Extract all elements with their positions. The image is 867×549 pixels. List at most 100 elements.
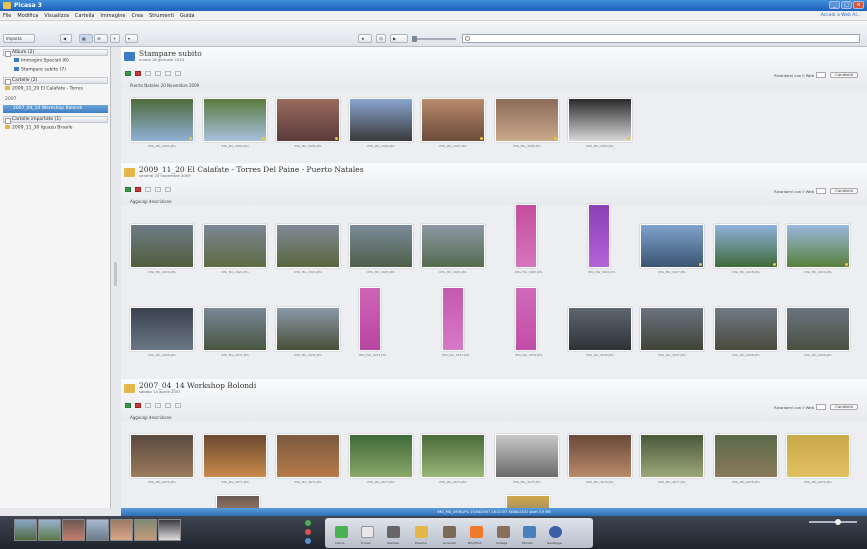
minimize-button[interactable]: _	[829, 1, 840, 9]
photo-thumbnail[interactable]	[640, 307, 704, 351]
movie-icon[interactable]	[523, 526, 536, 538]
sync-toggle[interactable]	[816, 72, 826, 78]
close-button[interactable]: ×	[853, 1, 864, 9]
print-icon[interactable]	[135, 187, 141, 192]
upload-icon[interactable]	[165, 403, 171, 408]
photo-thumbnail[interactable]	[203, 224, 267, 268]
section-caption[interactable]: Aggiungi descrizione	[130, 199, 172, 204]
geotag-icon[interactable]	[549, 526, 562, 538]
email-icon[interactable]	[145, 187, 151, 192]
import-button[interactable]: Importa	[3, 34, 35, 43]
sidebar-item-selected-folder[interactable]: 2007_04_14 Workshop Bolondi	[3, 105, 108, 113]
photo-thumbnail[interactable]	[786, 307, 850, 351]
photo-thumbnail[interactable]	[216, 495, 260, 508]
photo-thumbnail[interactable]	[130, 98, 194, 142]
export-icon[interactable]	[155, 71, 161, 76]
play-slideshow-icon[interactable]	[125, 187, 131, 192]
photo-thumbnail[interactable]	[203, 434, 267, 478]
sidebar-item-album[interactable]: Immagini Speciali (6)	[14, 58, 69, 64]
export-icon[interactable]	[415, 526, 428, 538]
tray-thumbnail[interactable]	[110, 519, 133, 541]
sync-toggle[interactable]	[816, 188, 826, 194]
folders-header[interactable]: Cartelle (2)	[3, 77, 108, 85]
photo-thumbnail[interactable]	[276, 98, 340, 142]
slider-handle[interactable]	[412, 36, 417, 42]
email-icon[interactable]	[145, 403, 151, 408]
photo-thumbnail[interactable]	[640, 224, 704, 268]
section-caption[interactable]: Aggiungi descrizione	[130, 415, 172, 420]
photo-thumbnail[interactable]	[588, 204, 610, 268]
albums-header[interactable]: Album (2)	[3, 49, 108, 57]
add-button[interactable]: +	[110, 34, 120, 43]
clear-icon[interactable]	[305, 529, 311, 535]
photo-thumbnail[interactable]	[568, 98, 632, 142]
tray-thumbnail[interactable]	[86, 519, 109, 541]
photo-thumbnail[interactable]	[568, 434, 632, 478]
menu-edit[interactable]: Modifica	[17, 13, 38, 19]
photo-thumbnail[interactable]	[786, 224, 850, 268]
hold-icon[interactable]	[305, 520, 311, 526]
photo-thumbnail[interactable]	[130, 224, 194, 268]
sidebar-item-folder[interactable]: 2009_11_30 Iguazu Brasile	[5, 125, 73, 131]
photo-thumbnail[interactable]	[421, 224, 485, 268]
menu-create[interactable]: Crea	[132, 13, 144, 19]
photo-thumbnail[interactable]	[714, 224, 778, 268]
sidebar-item-album[interactable]: Stampare subito (7)	[14, 67, 66, 73]
filter-button[interactable]: ▾	[125, 34, 138, 43]
tray-thumbnail[interactable]	[38, 519, 61, 541]
photo-thumbnail[interactable]	[714, 434, 778, 478]
share-button[interactable]: Condividi	[830, 404, 858, 410]
photo-thumbnail[interactable]	[786, 434, 850, 478]
starred-filter-button[interactable]: ★	[358, 34, 372, 43]
menu-picture[interactable]: Immagine	[100, 13, 125, 19]
photo-thumbnail[interactable]	[442, 287, 464, 351]
collage-icon[interactable]	[497, 526, 510, 538]
menu-file[interactable]: File	[3, 13, 11, 19]
person-icon[interactable]	[175, 71, 181, 76]
back-button[interactable]: ◀	[60, 34, 72, 43]
photo-thumbnail[interactable]	[203, 307, 267, 351]
sidebar-splitter[interactable]	[114, 262, 117, 286]
print-icon[interactable]	[135, 71, 141, 76]
photo-thumbnail[interactable]	[568, 307, 632, 351]
export-icon[interactable]	[155, 187, 161, 192]
photo-thumbnail[interactable]	[495, 98, 559, 142]
print-icon[interactable]	[135, 403, 141, 408]
export-icon[interactable]	[155, 403, 161, 408]
photo-thumbnail[interactable]	[359, 287, 381, 351]
tray-thumbnail[interactable]	[14, 519, 37, 541]
sync-toggle[interactable]	[816, 404, 826, 410]
thumbnail-size-slider[interactable]	[809, 519, 857, 525]
photo-thumbnail[interactable]	[421, 98, 485, 142]
photo-thumbnail[interactable]	[515, 287, 537, 351]
tray-thumbnail[interactable]	[158, 519, 181, 541]
play-slideshow-icon[interactable]	[125, 403, 131, 408]
photo-thumbnail[interactable]	[130, 434, 194, 478]
maximize-button[interactable]: □	[841, 1, 852, 9]
share-button[interactable]: Condividi	[830, 188, 858, 194]
upload-icon[interactable]	[335, 526, 348, 538]
filter-slider[interactable]	[412, 36, 456, 42]
slider-handle[interactable]	[835, 519, 841, 525]
menu-help[interactable]: Guida	[180, 13, 195, 19]
people-filter-button[interactable]: ☺	[376, 34, 386, 43]
photo-thumbnail[interactable]	[495, 434, 559, 478]
photo-thumbnail[interactable]	[276, 307, 340, 351]
upload-icon[interactable]	[165, 187, 171, 192]
blogger-icon[interactable]	[470, 526, 483, 538]
shop-icon[interactable]	[443, 526, 456, 538]
person-icon[interactable]	[175, 403, 181, 408]
photo-thumbnail[interactable]	[714, 307, 778, 351]
menu-view[interactable]: Visualizza	[44, 13, 69, 19]
menu-folder[interactable]: Cartella	[75, 13, 95, 19]
photo-thumbnail[interactable]	[349, 224, 413, 268]
list-view-button[interactable]: ☰	[94, 34, 108, 43]
email-icon[interactable]	[361, 526, 374, 538]
search-input[interactable]	[462, 34, 860, 43]
sidebar-item-folder[interactable]: 2009_11_20 El Calafate - Torres	[5, 86, 83, 92]
photo-thumbnail[interactable]	[276, 434, 340, 478]
imported-folders-header[interactable]: Cartelle importate (1)	[3, 116, 108, 124]
photo-thumbnail[interactable]	[203, 98, 267, 142]
photo-thumbnail[interactable]	[130, 307, 194, 351]
thumbnail-view-button[interactable]: ▦	[79, 34, 93, 43]
